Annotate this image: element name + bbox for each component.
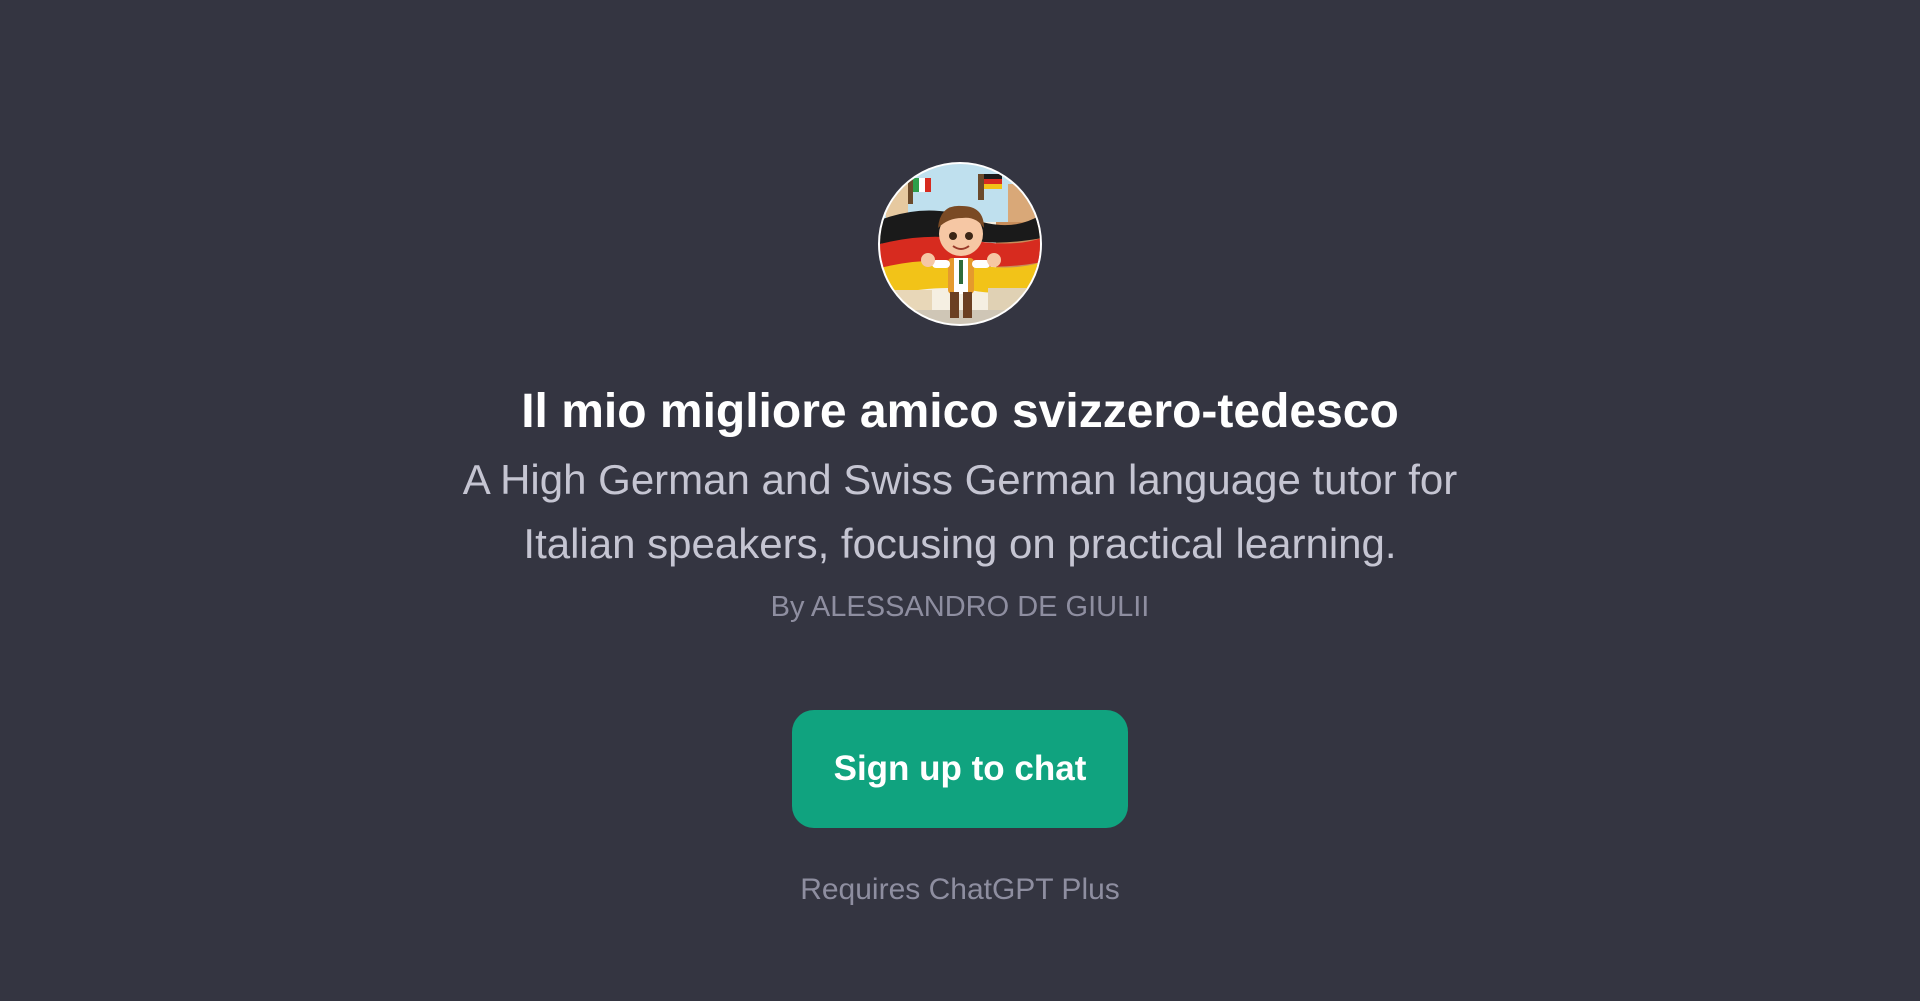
gpt-avatar	[878, 162, 1042, 326]
gpt-title: Il mio migliore amico svizzero-tedesco	[521, 385, 1399, 438]
sign-up-to-chat-button[interactable]: Sign up to chat	[792, 710, 1128, 828]
gpt-landing-page: Il mio migliore amico svizzero-tedesco A…	[0, 0, 1920, 1001]
cartoon-boy-with-german-flag-icon	[880, 164, 1040, 324]
plus-requirement-note: Requires ChatGPT Plus	[800, 873, 1120, 906]
gpt-author: By ALESSANDRO DE GIULII	[770, 591, 1150, 623]
gpt-description: A High German and Swiss German language …	[462, 456, 1458, 567]
